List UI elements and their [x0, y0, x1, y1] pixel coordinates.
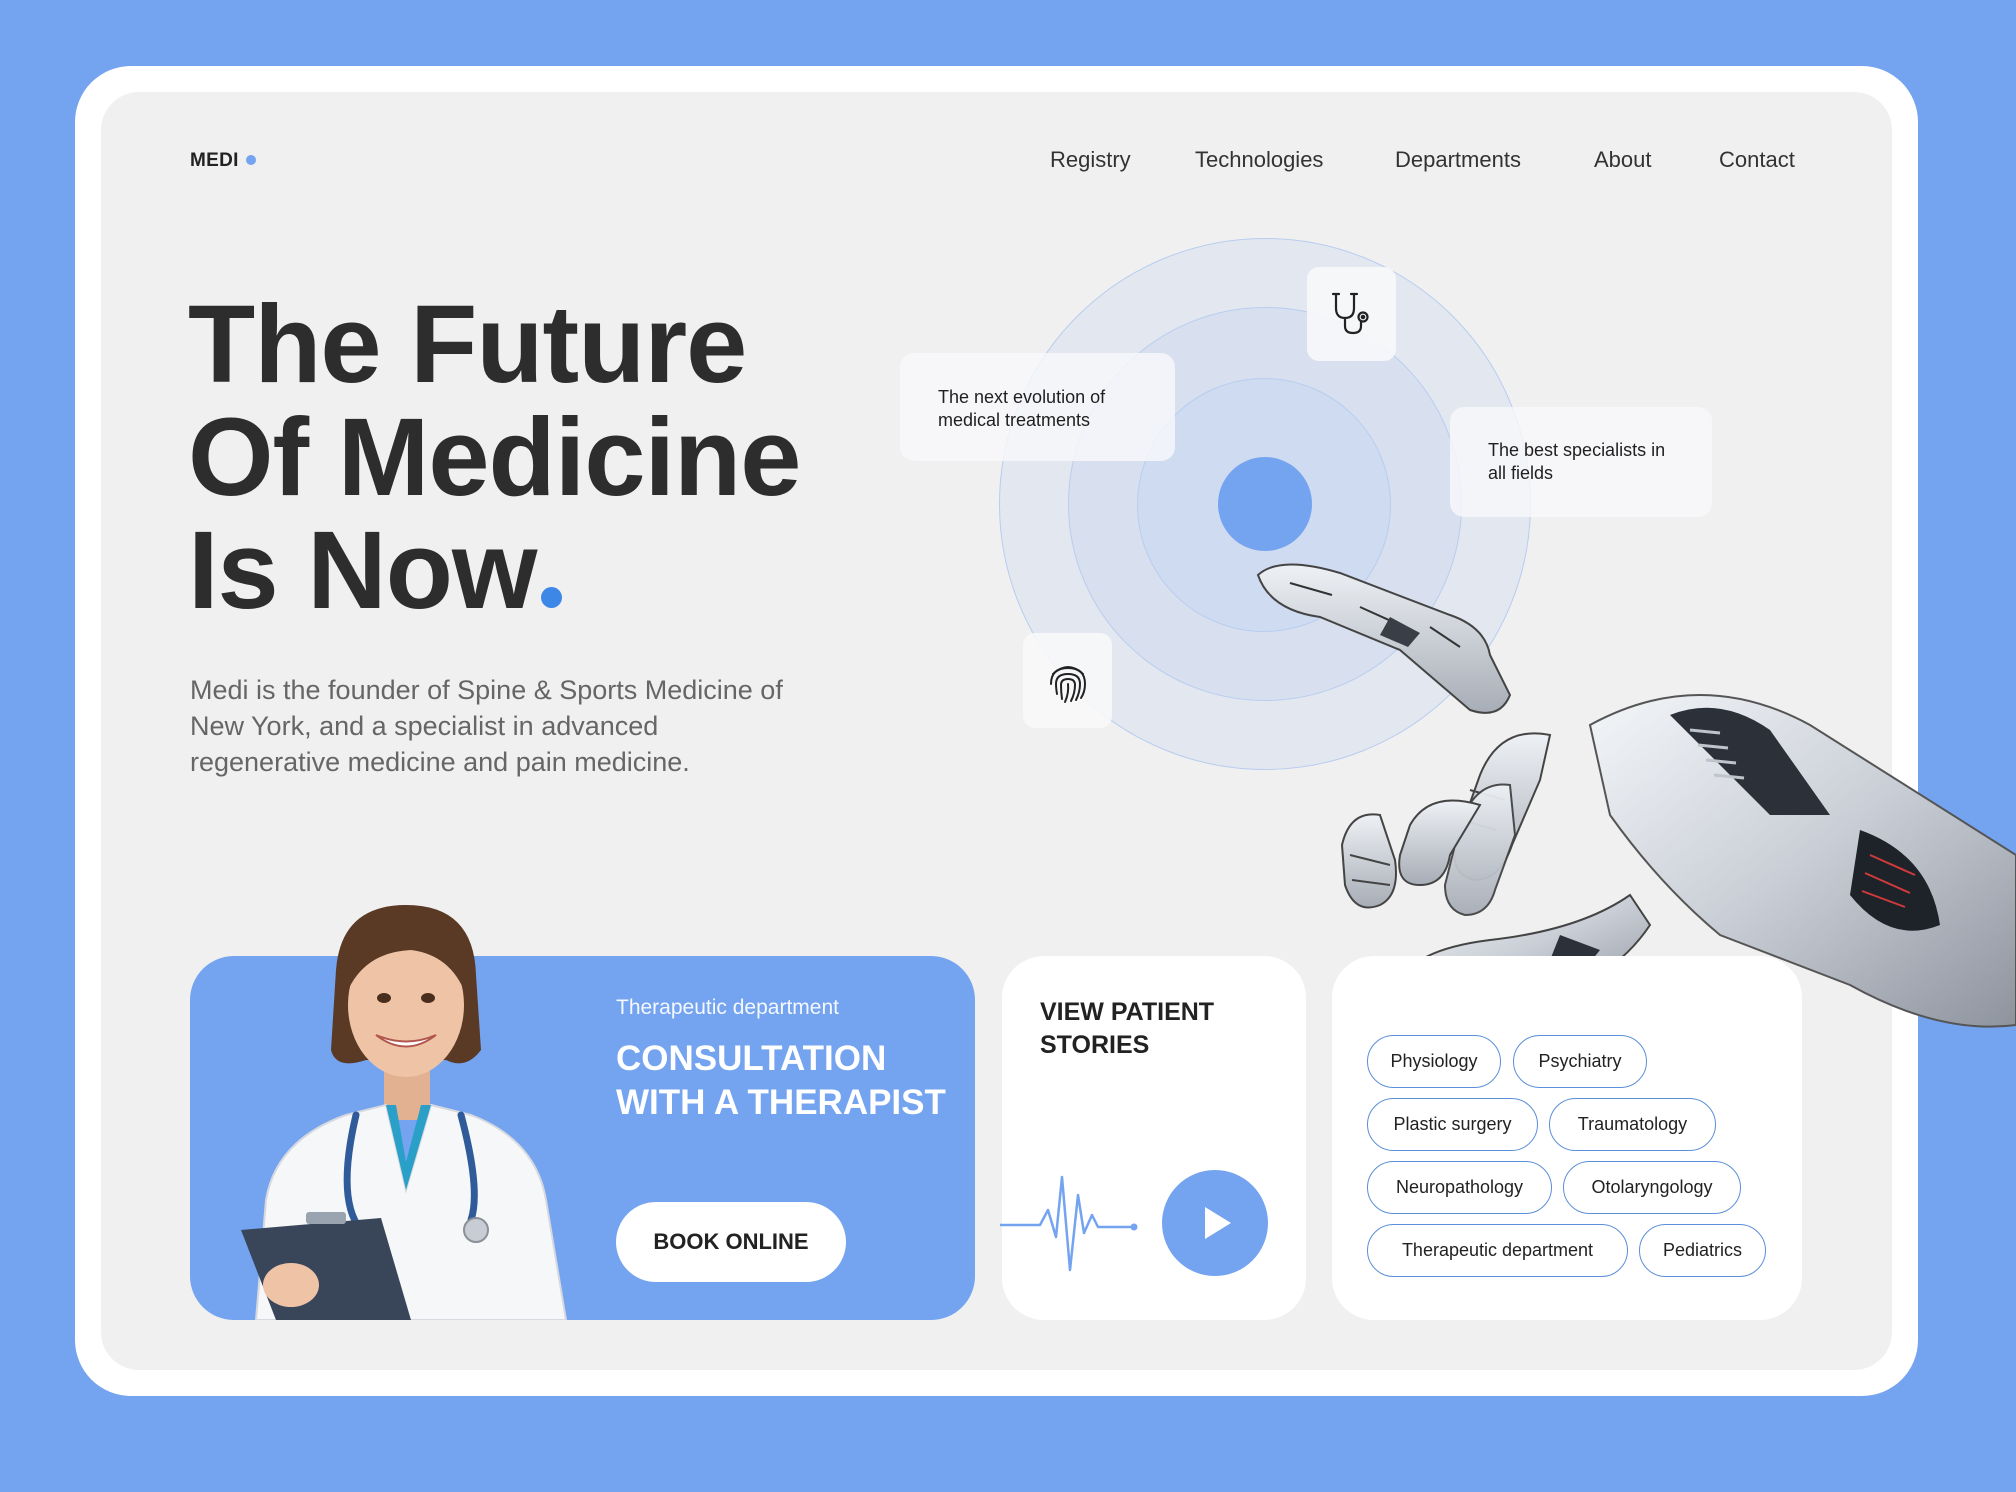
consultation-title: CONSULTATION WITH A THERAPIST	[616, 1039, 946, 1122]
pill-pediatrics[interactable]: Pediatrics	[1639, 1224, 1766, 1277]
pill-psychiatry[interactable]: Psychiatry	[1513, 1035, 1647, 1088]
pill-physiology[interactable]: Physiology	[1367, 1035, 1501, 1088]
doctor-photo	[241, 905, 568, 1320]
stethoscope-icon[interactable]	[1307, 267, 1396, 361]
pill-otolaryngology[interactable]: Otolaryngology	[1563, 1161, 1741, 1214]
pill-plastic-surgery[interactable]: Plastic surgery	[1367, 1098, 1538, 1151]
patient-stories-title: VIEW PATIENT STORIES	[1040, 998, 1215, 1059]
hero-line-2: Of Medicine	[188, 396, 801, 519]
play-icon	[1205, 1207, 1231, 1239]
hero-accent-dot	[540, 587, 562, 608]
logo-text: MEDI	[190, 150, 239, 171]
pill-neuropathology[interactable]: Neuropathology	[1367, 1161, 1552, 1214]
fingerprint-icon[interactable]	[1023, 633, 1112, 728]
hero-heading: The Future Of Medicine Is Now	[188, 288, 908, 627]
hero-line-3: Is Now	[188, 514, 908, 627]
hero-line-1: The Future	[188, 283, 747, 406]
specialists-tag: The best specialists in all fields	[1450, 407, 1712, 517]
nav-contact[interactable]: Contact	[1719, 147, 1795, 173]
heartbeat-icon	[1000, 1175, 1138, 1272]
pill-traumatology[interactable]: Traumatology	[1549, 1098, 1716, 1151]
pill-therapeutic-department[interactable]: Therapeutic department	[1367, 1224, 1628, 1277]
nav-registry[interactable]: Registry	[1050, 147, 1131, 173]
consultation-subtitle: Therapeutic department	[616, 996, 839, 1019]
ring-core	[1218, 457, 1312, 551]
hero-description: Medi is the founder of Spine & Sports Me…	[190, 675, 783, 777]
nav-technologies[interactable]: Technologies	[1195, 147, 1323, 173]
hero-line-3-text: Is Now	[188, 509, 537, 632]
logo[interactable]: MEDI	[190, 150, 256, 172]
nav-about[interactable]: About	[1594, 147, 1652, 173]
play-button[interactable]	[1162, 1170, 1268, 1276]
evolution-tag: The next evolution of medical treatments	[900, 353, 1175, 461]
nav-departments[interactable]: Departments	[1395, 147, 1521, 173]
book-online-button[interactable]: BOOK ONLINE	[616, 1202, 846, 1282]
logo-dot	[245, 155, 256, 165]
